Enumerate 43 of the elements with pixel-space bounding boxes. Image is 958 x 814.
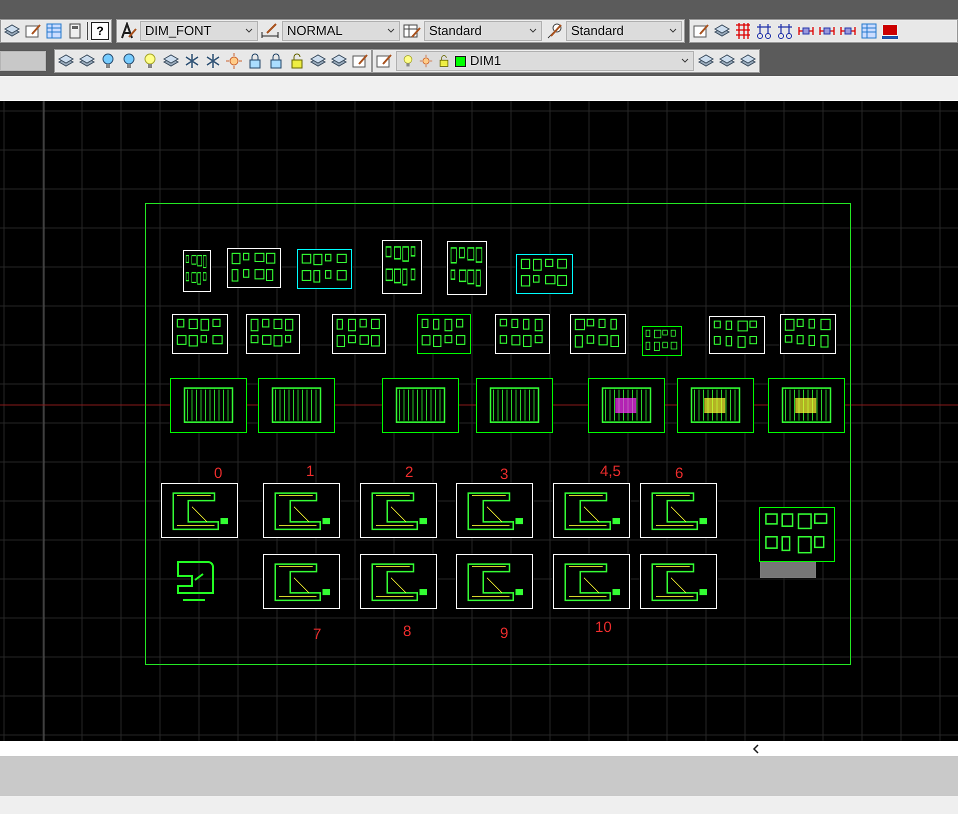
caret-icon (681, 58, 689, 64)
snowflake-icon[interactable] (204, 52, 222, 70)
scroll-left-icon[interactable] (752, 744, 760, 754)
sheet-number-label: 7 (313, 627, 322, 642)
text-style-dropdown[interactable]: DIM_FONT (140, 21, 258, 41)
ordinate-dimension-icon[interactable] (776, 22, 794, 40)
sheet-number-label: 0 (214, 466, 222, 481)
caret-icon (669, 28, 677, 34)
edit-sheet-icon[interactable] (351, 52, 369, 70)
sheet-number-label: 6 (675, 466, 684, 481)
sheet-number-label: 9 (500, 626, 508, 641)
open-padlock-icon (437, 54, 451, 68)
text-style-icon[interactable] (119, 22, 137, 40)
multileader-style-icon[interactable] (545, 22, 563, 40)
caret-icon (387, 28, 395, 34)
dimension-style-icon[interactable] (261, 22, 279, 40)
table-style-icon[interactable] (403, 22, 421, 40)
sheet-number-label: 10 (595, 620, 612, 635)
sheet-number-label: 3 (500, 467, 508, 482)
table-style-dropdown[interactable]: Standard (424, 21, 542, 41)
edit-sheet-icon[interactable] (692, 22, 710, 40)
grid-icon[interactable] (734, 22, 752, 40)
stair-outline-drawing (175, 558, 215, 603)
sheet-number-label: 2 (405, 465, 414, 480)
caret-icon (529, 28, 537, 34)
site-photo-strip (760, 562, 816, 578)
sun-icon (419, 54, 433, 68)
edit-sheet-icon[interactable] (375, 52, 393, 70)
table-icon[interactable] (860, 22, 878, 40)
sheet-number-label: 8 (403, 624, 412, 639)
help-button[interactable]: ? (91, 22, 109, 40)
sheet-number-label: 4,5 (600, 464, 621, 479)
multileader-style-dropdown[interactable]: Standard (566, 21, 682, 41)
area-icon[interactable] (881, 22, 899, 40)
ordinate-dimension-icon[interactable] (755, 22, 773, 40)
lightbulb-icon (401, 54, 415, 68)
table-icon[interactable] (45, 22, 63, 40)
caret-icon (245, 28, 253, 34)
dimension-style-dropdown[interactable]: NORMAL (282, 21, 400, 41)
sheet-number-label: 1 (306, 464, 314, 479)
edit-sheet-icon[interactable] (24, 22, 42, 40)
snowflake-icon[interactable] (183, 52, 201, 70)
layer-dropdown[interactable]: DIM1 (396, 51, 694, 71)
